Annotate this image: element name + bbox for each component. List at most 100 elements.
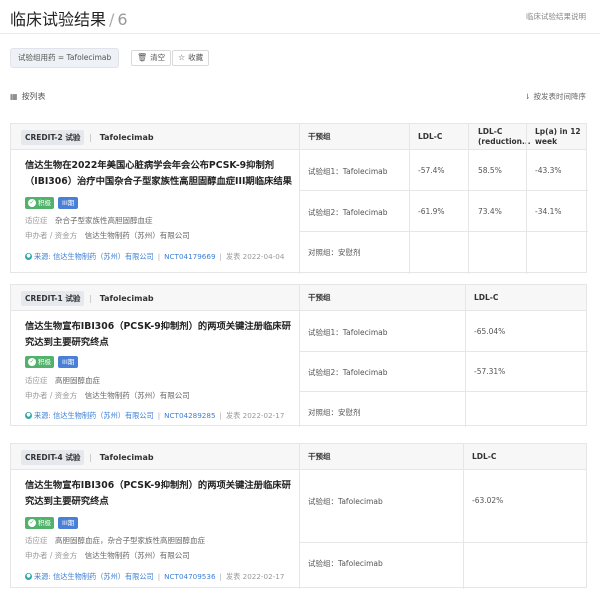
sponsor-label: 申办者 / 资金方 <box>25 551 78 560</box>
positive-icon: ✓ <box>28 198 36 207</box>
column-header: LDL-C <box>474 293 499 302</box>
divider <box>299 285 300 427</box>
positive-icon: ✓ <box>28 518 36 527</box>
column-header: LDL-C <box>472 452 497 461</box>
positive-icon: ✓ <box>28 357 36 366</box>
group-cell: 试验组1：Tafolecimab <box>308 167 388 176</box>
value-cell: -63.02% <box>472 496 504 505</box>
divider <box>465 285 466 427</box>
sponsor-label: 申办者 / 资金方 <box>25 231 78 240</box>
value-cell: -57.4% <box>418 166 445 175</box>
list-title: 按列表 <box>21 92 46 101</box>
column-header: LDL-C <box>418 132 443 141</box>
source-label: 来源: <box>34 252 51 261</box>
badge-group: ✓ 积极 III期 <box>25 197 79 209</box>
value-cell: 58.5% <box>478 166 502 175</box>
indication-label: 适应症 <box>25 216 48 225</box>
value-cell: -65.04% <box>474 327 506 336</box>
drug-name[interactable]: Tafolecimab <box>89 130 154 145</box>
indication-row: 适应症 高胆固醇血症 <box>25 375 100 386</box>
badge-group: ✓ 积极 III期 <box>25 517 79 529</box>
divider <box>526 124 527 274</box>
sponsor-value: 信达生物制药（苏州）有限公司 <box>84 551 190 560</box>
clear-button[interactable]: 🗑 清空 <box>131 50 172 66</box>
phase-badge: III期 <box>58 517 79 529</box>
divider <box>299 542 588 543</box>
result-count: 6 <box>117 10 128 29</box>
divider <box>299 124 300 274</box>
group-cell: 试验组2：Tafolecimab <box>308 368 388 377</box>
table-icon: ▦ <box>10 92 18 101</box>
divider <box>409 124 410 274</box>
divider <box>299 444 300 589</box>
nct-link[interactable]: NCT04289285 <box>164 411 215 420</box>
column-header: 干预组 <box>308 452 331 461</box>
status-badge: ✓ 积极 <box>25 517 54 529</box>
indication-label: 适应症 <box>25 376 48 385</box>
status-label: 积极 <box>38 358 51 366</box>
group-cell: 对照组：安慰剂 <box>308 248 361 257</box>
sponsor-value: 信达生物制药（苏州）有限公司 <box>84 391 190 400</box>
help-link[interactable]: 临床试验结果说明 <box>526 11 586 22</box>
sort-control[interactable]: ⇂ 按发表时间降序 <box>524 91 586 102</box>
trash-icon: 🗑 <box>137 53 148 62</box>
divider <box>299 231 588 232</box>
group-cell: 试验组2：Tafolecimab <box>308 208 388 217</box>
source-link[interactable]: 信达生物制药（苏州）有限公司 <box>53 252 154 261</box>
trial-name-badge[interactable]: CREDIT-1 试验 <box>21 291 85 306</box>
list-view-toggle[interactable]: ▦ 按列表 <box>10 91 46 102</box>
trial-name-badge[interactable]: CREDIT-4 试验 <box>21 450 85 465</box>
drug-name[interactable]: Tafolecimab <box>89 291 154 306</box>
divider <box>463 444 464 589</box>
published-label: 发表 <box>225 411 241 420</box>
value-cell: -61.9% <box>418 207 445 216</box>
nct-link[interactable]: NCT04709536 <box>164 572 215 581</box>
nct-link[interactable]: NCT04179669 <box>164 252 215 261</box>
source-label: 来源: <box>34 411 51 420</box>
filter-tag[interactable]: 试验组用药 = Tafolecimab <box>10 48 120 68</box>
status-badge: ✓ 积极 <box>25 356 54 368</box>
value-cell: -57.31% <box>474 367 506 376</box>
sponsor-row: 申办者 / 资金方 信达生物制药（苏州）有限公司 <box>25 390 190 401</box>
indication-label: 适应症 <box>25 536 48 545</box>
status-label: 积极 <box>38 519 51 527</box>
drug-name[interactable]: Tafolecimab <box>89 450 154 465</box>
value-cell: -43.3% <box>535 166 562 175</box>
column-header: Lp(a) in 12 week <box>535 127 581 146</box>
save-label: 收藏 <box>188 53 204 62</box>
source-link[interactable]: 信达生物制药（苏州）有限公司 <box>53 572 154 581</box>
clear-label: 清空 <box>150 53 166 62</box>
published-date: 2022-04-04 <box>242 252 285 261</box>
published-date: 2022-02-17 <box>242 572 285 581</box>
indication-value: 高胆固醇血症 <box>55 376 100 385</box>
result-title[interactable]: 信达生物宣布IBI306（PCSK-9抑制剂）的两项关键注册临床研究达到主要研究… <box>25 478 295 510</box>
save-button[interactable]: ☆ 收藏 <box>172 50 210 66</box>
source-icon: ● <box>25 573 32 580</box>
column-header: 干预组 <box>308 132 331 141</box>
trial-name-badge[interactable]: CREDIT-2 试验 <box>21 130 85 145</box>
trial-card: CREDIT-2 试验 Tafolecimab 干预组 LDL-C LDL-C … <box>10 123 588 274</box>
source-icon: ● <box>25 412 32 419</box>
result-title[interactable]: 信达生物宣布IBI306（PCSK-9抑制剂）的两项关键注册临床研究达到主要研究… <box>25 319 295 351</box>
result-title[interactable]: 信达生物在2022年美国心脏病学会年会公布PCSK-9抑制剂（IBI306）治疗… <box>25 158 295 190</box>
sort-icon: ⇂ <box>524 92 531 101</box>
page-title: 临床试验结果/6 <box>10 6 128 30</box>
source-row: ● 来源: 信达生物制药（苏州）有限公司 | NCT04709536 | 发表 2022-… <box>25 572 285 581</box>
sponsor-row: 申办者 / 资金方 信达生物制药（苏州）有限公司 <box>25 550 190 561</box>
published-label: 发表 <box>225 572 241 581</box>
source-link[interactable]: 信达生物制药（苏州）有限公司 <box>53 411 154 420</box>
badge-group: ✓ 积极 III期 <box>25 356 79 368</box>
column-header: 干预组 <box>308 293 331 302</box>
source-icon: ● <box>25 253 32 260</box>
phase-badge: III期 <box>58 197 79 209</box>
indication-value: 杂合子型家族性高胆固醇血症 <box>55 216 153 225</box>
column-header: LDL-C (reduction... <box>478 127 531 146</box>
phase-badge: III期 <box>58 356 79 368</box>
group-cell: 试验组1：Tafolecimab <box>308 328 388 337</box>
source-row: ● 来源: 信达生物制药（苏州）有限公司 | NCT04179669 | 发表 2022-… <box>25 252 285 261</box>
indication-value: 高胆固醇血症，杂合子型家族性高胆固醇血症 <box>55 536 205 545</box>
sponsor-value: 信达生物制药（苏州）有限公司 <box>84 231 190 240</box>
group-cell: 试验组：Tafolecimab <box>308 559 383 568</box>
trial-card: CREDIT-4 试验 Tafolecimab 干预组 LDL-C 信达生物宣布… <box>10 443 588 589</box>
divider <box>299 351 588 352</box>
